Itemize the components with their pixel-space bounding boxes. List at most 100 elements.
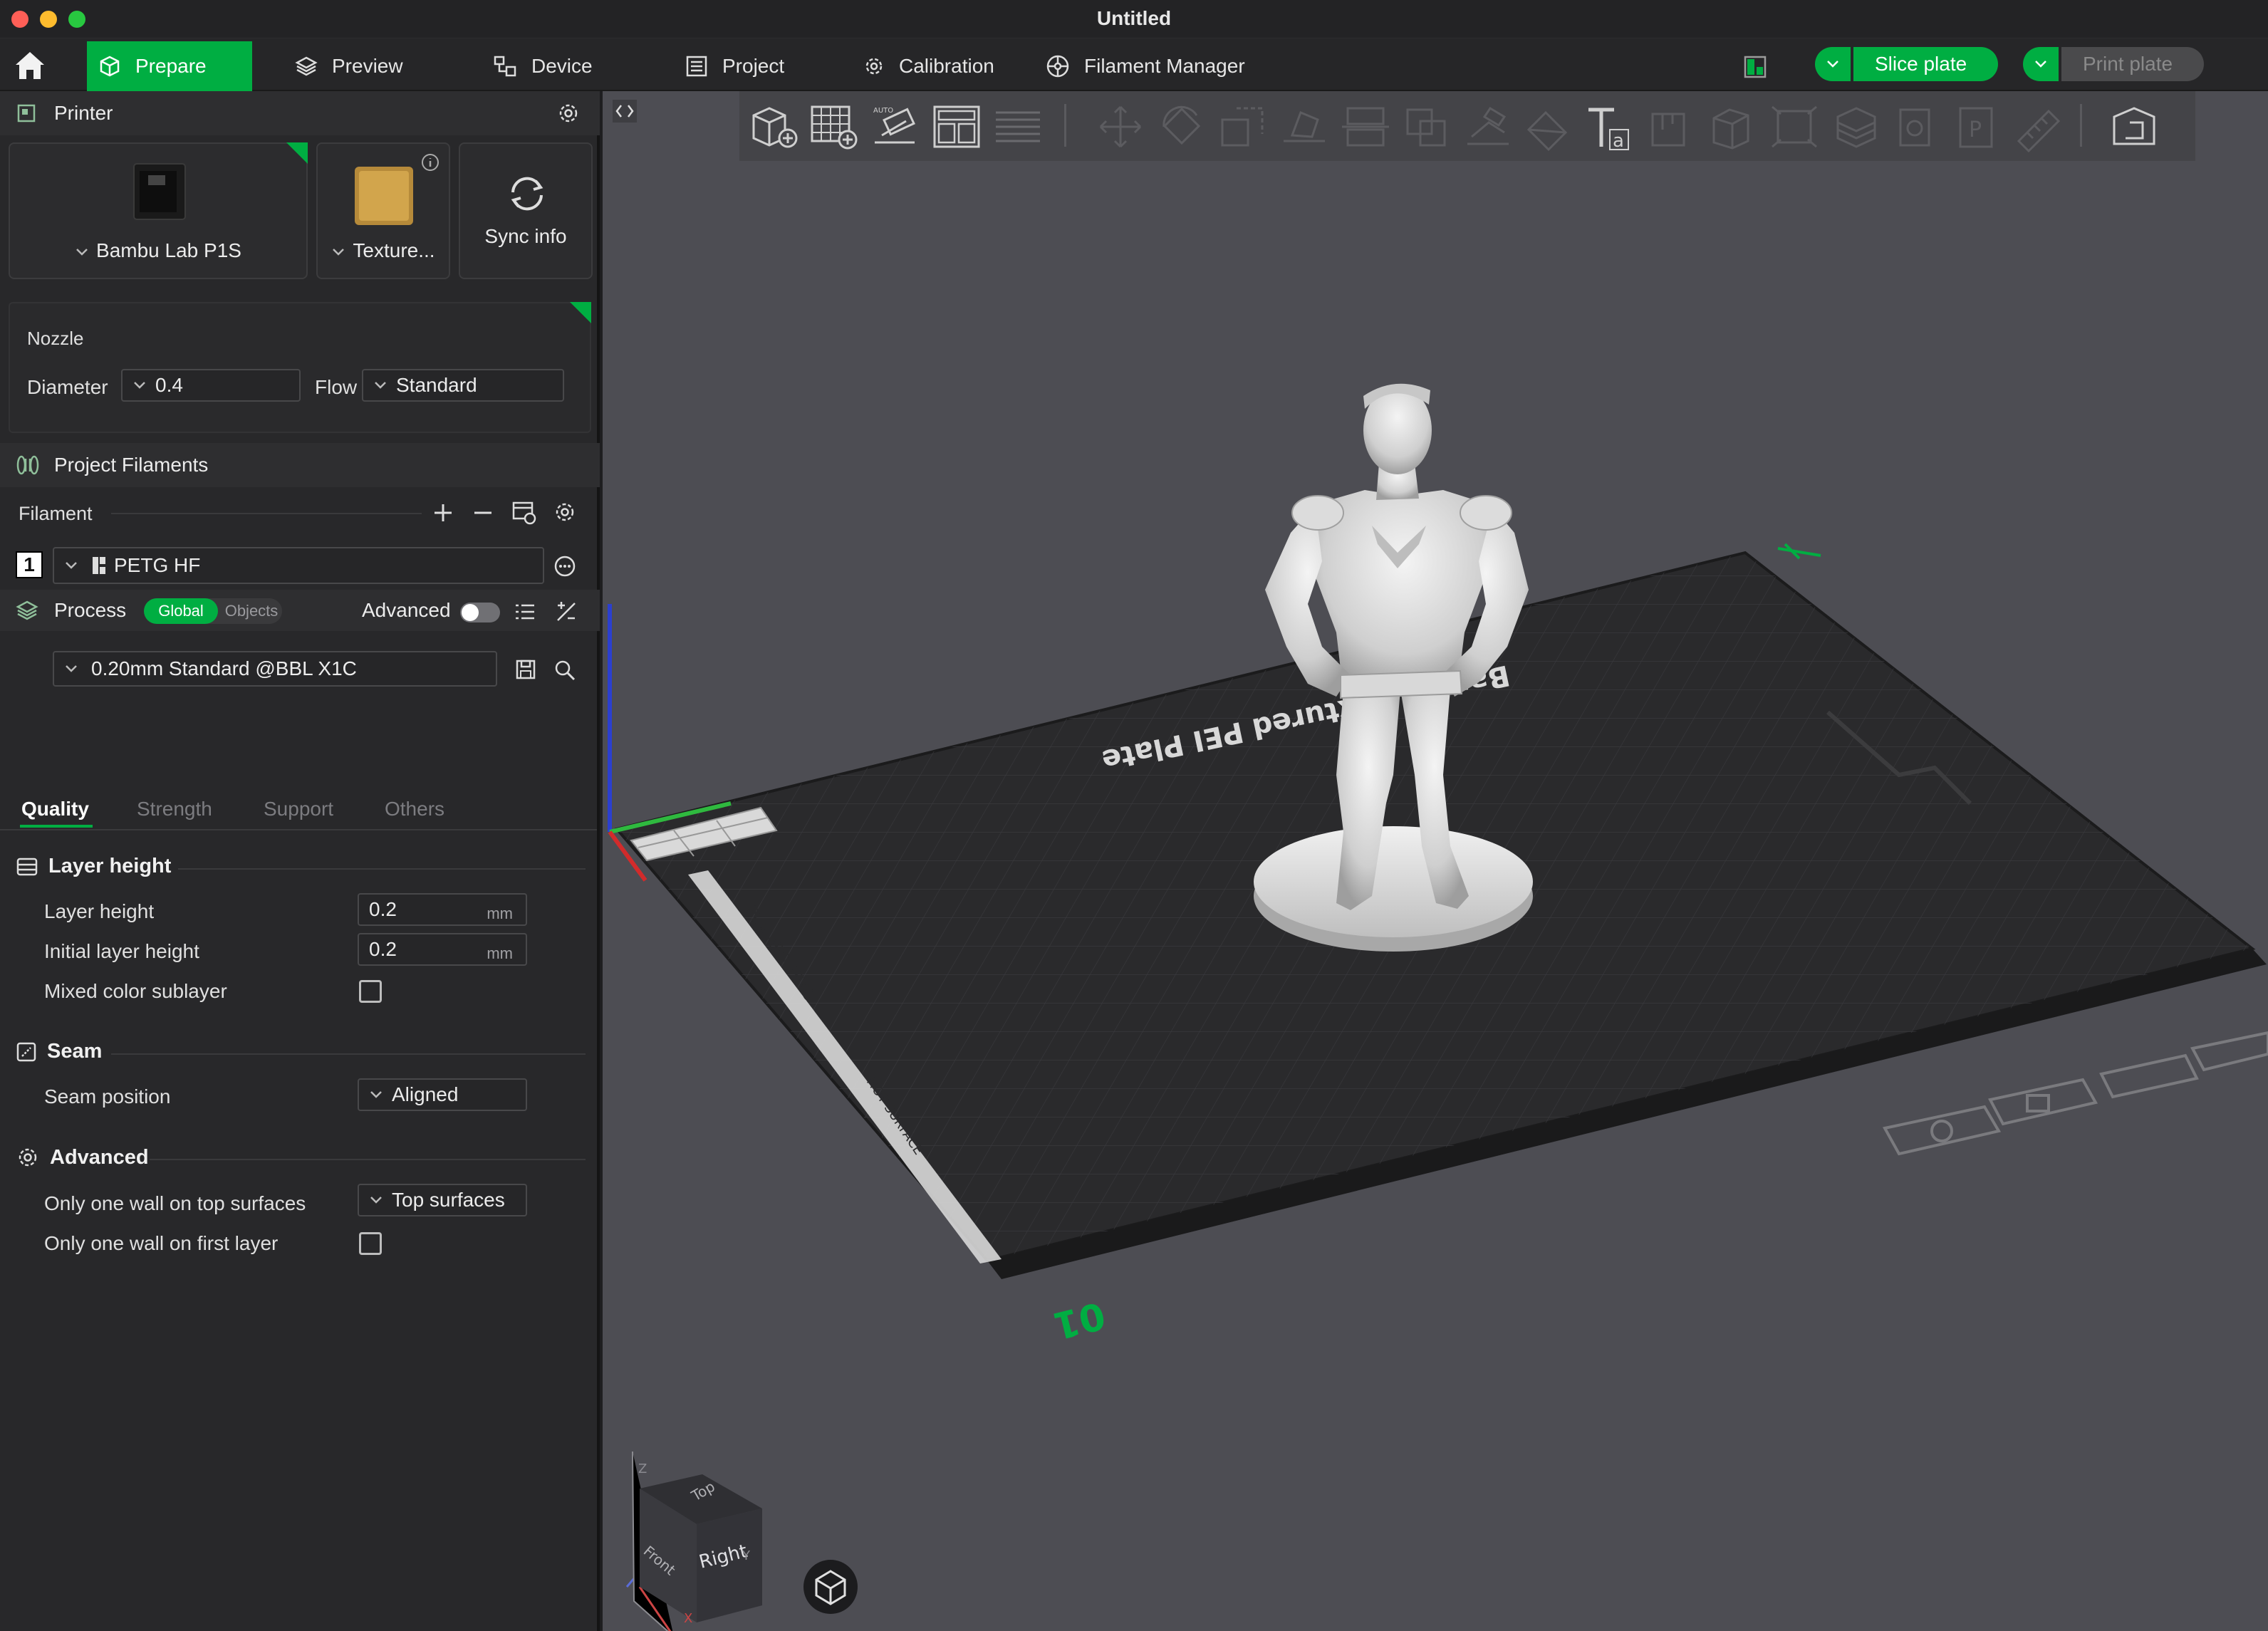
process-layers-icon [16,600,38,620]
compare-icon[interactable] [554,600,578,624]
info-icon[interactable] [420,152,440,172]
subtab-strength[interactable]: Strength [137,798,212,820]
gear-icon [865,58,883,75]
sync-filament-icon[interactable] [510,499,537,526]
sync-info-button[interactable]: Sync info [459,142,593,279]
advanced-switch[interactable] [460,603,500,622]
sync-icon [511,177,543,211]
layer-height-input[interactable]: 0.2 mm [358,893,527,926]
initial-layer-height-input[interactable]: 0.2 mm [358,933,527,966]
axis-x-label: X [684,1611,692,1626]
axis-y-label: Y [742,1548,751,1563]
tab-calibration[interactable]: Calibration [852,41,1006,91]
print-options-dropdown[interactable] [2023,47,2059,81]
objects-toggle[interactable]: Objects [221,598,282,624]
advanced-label: Advanced [362,599,451,621]
reset-view-button[interactable] [803,1560,858,1614]
advanced-gear-icon [19,1148,37,1167]
seam-group-divider [111,1053,586,1055]
one-wall-first-checkbox[interactable] [359,1232,382,1255]
tab-filament-manager[interactable]: Filament Manager [1034,41,1257,91]
home-button[interactable] [10,46,50,85]
slice-options-dropdown[interactable] [1815,47,1851,81]
add-filament-icon[interactable] [430,500,456,526]
printer-icon [17,104,36,123]
tab-device[interactable]: Device [482,41,604,91]
one-wall-top-select[interactable]: Top surfaces [358,1184,527,1216]
seam-group-title: Seam [16,1040,102,1063]
layers-icon [295,56,318,76]
filament-settings-icon[interactable] [553,500,577,524]
layer-height-group-title: Layer height [16,855,171,878]
window-title: Untitled [1096,7,1172,29]
nozzle-settings: Nozzle Diameter 0.4 Flow Standard [9,302,591,433]
plate-number-text: 01 [1049,1293,1110,1347]
list-view-icon[interactable] [513,600,537,624]
cube-icon [100,56,120,77]
process-preset-select[interactable]: 0.20mm Standard @BBL X1C [53,651,497,687]
device-icon [494,56,516,77]
advanced-group-divider [150,1159,586,1160]
subtab-divider [0,829,597,830]
search-icon[interactable] [553,658,577,682]
subtab-quality[interactable]: Quality [21,798,89,820]
diameter-label: Diameter [27,376,108,398]
chevron-down-icon [66,665,77,672]
home-icon [16,52,44,79]
scene-canvas: Bambu Textured PEI Plate PLA ABS PETG HO… [608,383,2268,1631]
initial-layer-height-label: Initial layer height [44,940,199,962]
filaments-section-header: Project Filaments [0,443,600,487]
diameter-select[interactable]: 0.4 [121,369,301,402]
seam-position-select[interactable]: Aligned [358,1078,527,1111]
chevron-down-icon [370,1091,382,1098]
save-preset-icon[interactable] [514,658,537,681]
axis-z-label: Z [638,1461,647,1476]
printer-thumbnail-icon [133,163,186,220]
filament-select[interactable]: PETG HF [53,547,544,584]
view-navigation-cube[interactable]: Top Front Right Z X Y [625,1451,762,1631]
nozzle-synced-indicator [570,302,591,323]
chevron-down-icon [76,248,88,256]
tab-prepare[interactable]: Prepare [87,41,252,91]
main-tab-bar: Prepare Preview Device Project Calibrati… [0,38,2268,91]
layout-toggle-icon[interactable] [1741,53,1769,81]
print-plate-button[interactable]: Print plate [2061,47,2205,81]
more-options-icon[interactable] [553,554,577,578]
printer-settings-icon[interactable] [557,102,580,125]
layer-group-divider [178,868,586,870]
flow-label: Flow [315,376,358,398]
plate-type-name: Texture... [353,239,435,261]
tab-project[interactable]: Project [674,41,796,91]
flow-select[interactable]: Standard [362,369,564,402]
settings-panel: Printer Bambu Lab P1S Texture... Sync in… [0,91,600,1631]
plate-type-card[interactable]: Texture... [316,142,450,279]
filament-divider [111,513,422,514]
printer-section-header: Printer [0,91,600,135]
filament-icon [16,455,39,475]
process-section-header: Process Global Objects Advanced [0,590,600,631]
layer-height-icon [16,858,38,875]
mixed-color-sublayer-checkbox[interactable] [359,980,382,1003]
tab-preview[interactable]: Preview [284,41,415,91]
remove-filament-icon[interactable] [470,500,496,526]
subtab-others[interactable]: Others [385,798,444,820]
seam-icon [16,1042,36,1061]
chevron-down-icon [375,382,386,389]
subtab-support[interactable]: Support [264,798,333,820]
printer-name: Bambu Lab P1S [96,239,241,261]
list-icon [686,56,707,77]
slice-plate-button[interactable]: Slice plate [1853,47,1999,81]
plate-action-icons [1882,1031,2268,1156]
one-wall-top-label: Only one wall on top surfaces [44,1192,306,1214]
3d-viewport[interactable]: AUTO a P Bambu Textured PEI Plate PLA AB… [603,91,2268,1631]
chevron-down-icon [370,1197,382,1204]
chevron-down-icon [134,382,145,389]
layer-height-label: Layer height [44,900,155,922]
print-plate-group: Print plate [2023,47,2205,83]
printer-card[interactable]: Bambu Lab P1S [9,142,308,279]
filament-slot-number[interactable]: 1 [16,551,43,578]
global-toggle[interactable]: Global [144,598,218,624]
spool-icon [1046,55,1069,78]
title-bar: Untitled [0,0,2268,38]
active-subtab-indicator [20,825,93,828]
